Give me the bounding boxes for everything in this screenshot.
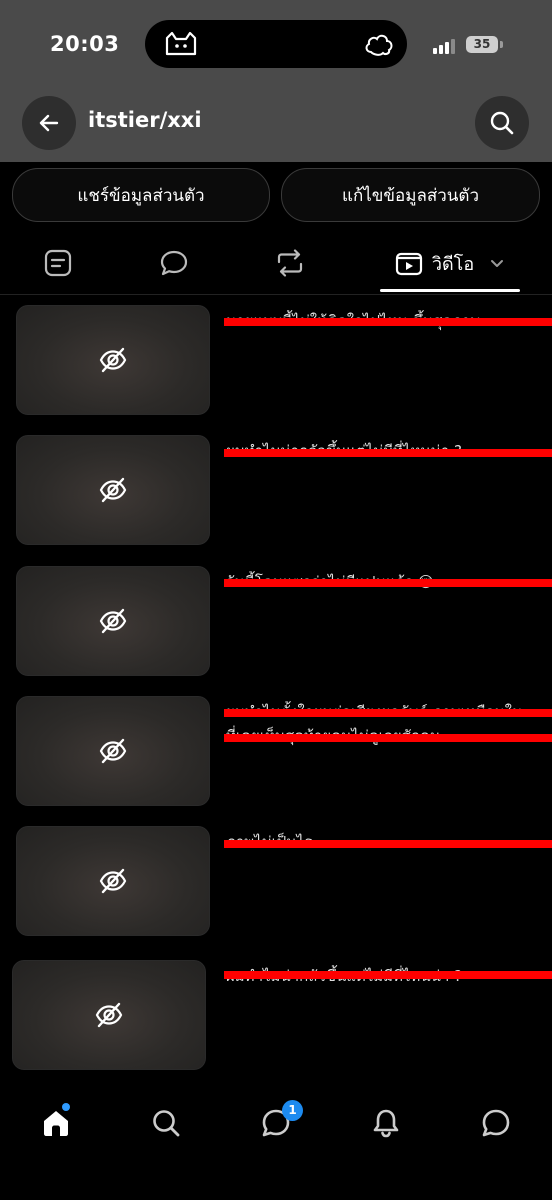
status-bar: 20:03 35 bbox=[0, 0, 552, 90]
nav-notifications[interactable] bbox=[358, 1095, 414, 1151]
eye-off-icon bbox=[99, 477, 127, 503]
search-button[interactable] bbox=[475, 96, 529, 150]
dynamic-island bbox=[145, 20, 407, 68]
eye-off-icon bbox=[99, 738, 127, 764]
video-thumbnail[interactable] bbox=[12, 960, 206, 1070]
back-button[interactable] bbox=[22, 96, 76, 150]
cloud-icon bbox=[365, 34, 393, 56]
redaction-line bbox=[224, 734, 552, 742]
eye-off-icon bbox=[99, 608, 127, 634]
notification-badge: 1 bbox=[282, 1100, 303, 1121]
redaction-line bbox=[224, 709, 552, 717]
eye-off-icon bbox=[99, 868, 127, 894]
cat-icon bbox=[165, 31, 197, 56]
battery-nub bbox=[500, 41, 503, 48]
speech-bubble-icon bbox=[160, 250, 188, 276]
tabs-divider bbox=[0, 294, 552, 295]
tab-replies[interactable] bbox=[144, 232, 204, 294]
video-thumbnail[interactable] bbox=[16, 305, 210, 415]
search-icon bbox=[153, 1110, 180, 1137]
repost-icon bbox=[277, 249, 303, 277]
search-icon bbox=[490, 111, 514, 135]
signal-icon bbox=[433, 39, 455, 54]
profile-header: itstier/xxi bbox=[0, 90, 552, 162]
redaction-line bbox=[224, 449, 552, 457]
nav-profile-chat[interactable] bbox=[468, 1095, 524, 1151]
tab-reposts[interactable] bbox=[260, 232, 320, 294]
video-thumbnail[interactable] bbox=[16, 826, 210, 936]
active-tab-indicator bbox=[380, 289, 520, 292]
nav-search[interactable] bbox=[138, 1095, 194, 1151]
video-thumbnail[interactable] bbox=[16, 566, 210, 676]
profile-tabs: วิดีโอ bbox=[0, 232, 552, 294]
eye-off-icon bbox=[99, 347, 127, 373]
video-thumbnail[interactable] bbox=[16, 696, 210, 806]
redaction-line bbox=[224, 579, 552, 587]
redaction-line bbox=[224, 840, 552, 848]
tab-posts[interactable] bbox=[28, 232, 88, 294]
eye-off-icon bbox=[95, 1002, 123, 1028]
bottom-nav bbox=[0, 1085, 552, 1160]
page-title: itstier/xxi bbox=[88, 108, 202, 132]
home-icon bbox=[44, 1111, 68, 1136]
nav-home[interactable] bbox=[28, 1095, 84, 1151]
bell-icon bbox=[373, 1109, 399, 1138]
battery-indicator: 35 bbox=[466, 36, 498, 53]
tab-videos[interactable]: วิดีโอ bbox=[380, 232, 520, 294]
status-time: 20:03 bbox=[50, 32, 120, 56]
video-icon bbox=[395, 252, 422, 276]
home-unread-dot bbox=[62, 1103, 70, 1111]
chevron-down-icon[interactable] bbox=[488, 254, 506, 272]
tab-videos-label: วิดีโอ bbox=[431, 253, 475, 275]
edit-profile-button[interactable]: แก้ไขข้อมูลส่วนตัว bbox=[281, 168, 540, 222]
redaction-line bbox=[224, 971, 552, 979]
post-icon bbox=[44, 249, 72, 277]
video-thumbnail[interactable] bbox=[16, 435, 210, 545]
share-profile-button[interactable]: แชร์ข้อมูลส่วนตัว bbox=[12, 168, 270, 222]
redaction-line bbox=[224, 318, 552, 326]
speech-bubble-icon bbox=[482, 1109, 510, 1137]
arrow-left-icon bbox=[39, 114, 59, 132]
